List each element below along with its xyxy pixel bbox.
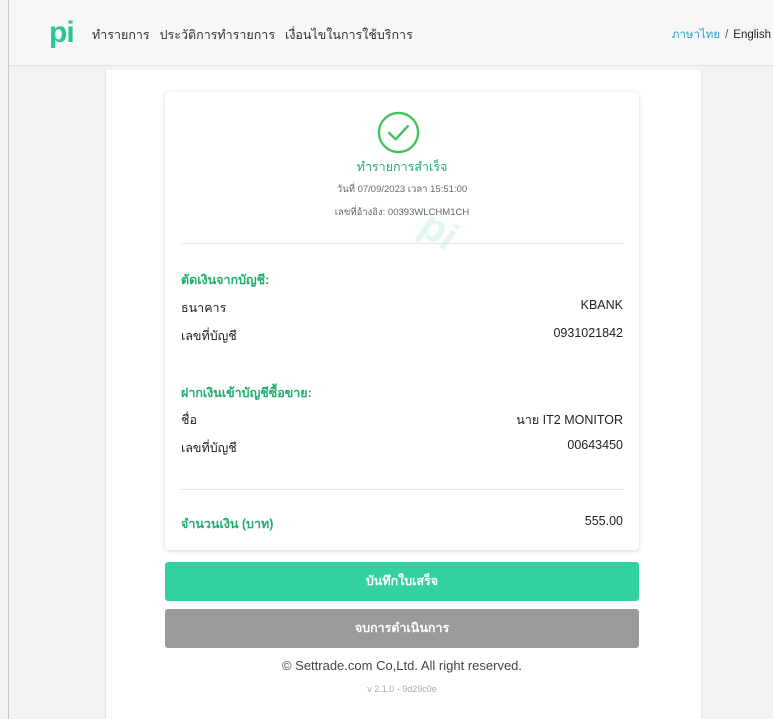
debit-account-row: เลขที่บัญชี 0931021842	[181, 326, 623, 346]
lang-english-link[interactable]: English	[733, 29, 771, 41]
amount-label: จำนวนเงิน (บาท)	[181, 517, 274, 531]
bank-value: KBANK	[580, 298, 623, 312]
divider-bottom	[181, 489, 623, 490]
lang-separator: /	[725, 29, 729, 41]
amount-row: จำนวนเงิน (บาท) 555.00	[181, 514, 623, 534]
status-text: ทำรายการสำเร็จ	[356, 160, 448, 174]
credit-account-row: เลขที่บัญชี 00643450	[181, 438, 623, 458]
lang-thai-link[interactable]: ภาษาไทย	[672, 29, 720, 41]
debit-section-title: ตัดเงินจากบัญชี:	[181, 273, 270, 287]
pi-logo[interactable]: pi	[49, 18, 75, 48]
check-circle-icon	[377, 111, 420, 154]
version-text: v 2.1.0 - 9d29c0e	[367, 684, 437, 694]
debit-account-value: 0931021842	[553, 326, 623, 340]
name-label: ชื่อ	[181, 413, 197, 427]
language-switcher: ภาษาไทย / English	[672, 26, 771, 44]
divider-top	[181, 243, 623, 244]
nav-item-terms[interactable]: เงื่อนไขในการใช้บริการ	[285, 25, 413, 45]
transaction-datetime: วันที่ 07/09/2023 เวลา 15:51:00	[336, 184, 468, 195]
nav-item-transaction[interactable]: ทำรายการ	[92, 25, 150, 45]
credit-account-value: 00643450	[567, 438, 623, 452]
credit-name-row: ชื่อ นาย IT2 MONITOR	[181, 410, 623, 430]
top-navbar: pi ทำรายการ ประวัติการทำรายการ เงื่อนไขใ…	[9, 0, 773, 66]
main-nav: ทำรายการ ประวัติการทำรายการ เงื่อนไขในกา…	[92, 25, 413, 45]
nav-item-history[interactable]: ประวัติการทำรายการ	[160, 25, 275, 45]
save-receipt-button[interactable]: บันทึกใบเสร็จ	[165, 562, 639, 601]
credit-account-label: เลขที่บัญชี	[181, 441, 237, 455]
end-process-button[interactable]: จบการดำเนินการ	[165, 609, 639, 648]
receipt-card: pi ทำรายการสำเร็จ วันที่ 07/09/2023 เวลา…	[165, 92, 639, 550]
window-border	[8, 0, 9, 719]
name-value: นาย IT2 MONITOR	[516, 413, 623, 427]
debit-bank-row: ธนาคาร KBANK	[181, 298, 623, 318]
reference-number: เลขที่อ้างอิง: 00393WLCHM1CH	[334, 207, 470, 218]
amount-value: 555.00	[584, 514, 623, 528]
debit-account-label: เลขที่บัญชี	[181, 329, 237, 343]
credit-section-title: ฝากเงินเข้าบัญชีซื้อขาย:	[181, 386, 312, 400]
bank-label: ธนาคาร	[181, 301, 227, 315]
copyright-text: © Settrade.com Co,Ltd. All right reserve…	[281, 658, 523, 673]
